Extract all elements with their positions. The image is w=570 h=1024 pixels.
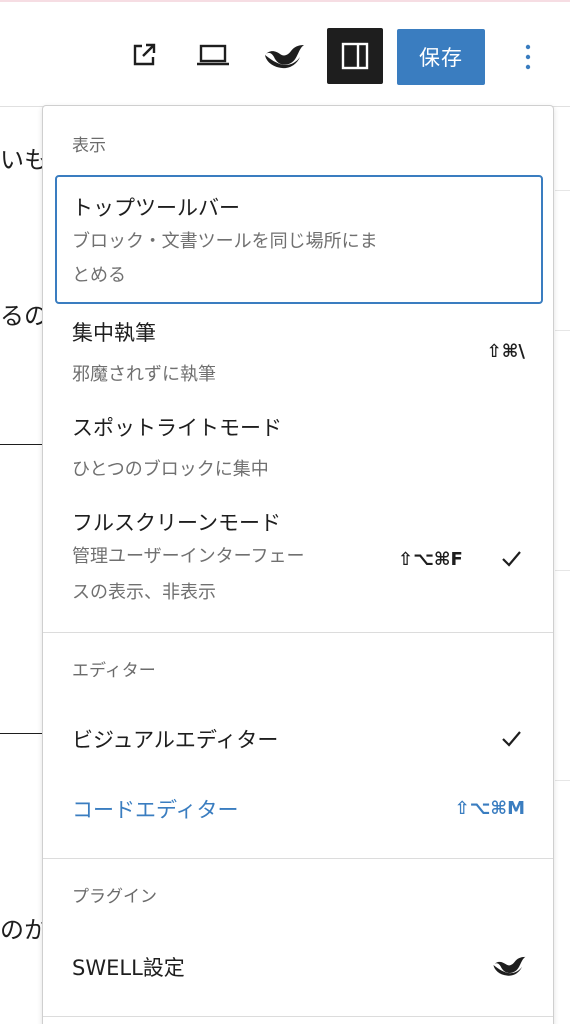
checkmark-icon — [502, 551, 521, 567]
laptop-icon — [197, 44, 229, 66]
separator-block — [0, 444, 42, 445]
menu-group-label-plugins: プラグイン — [72, 887, 157, 907]
menu-item-spotlight-mode[interactable]: スポットライトモード ひとつのブロックに集中 — [43, 406, 553, 490]
menu-item-description: 管理ユーザーインターフェー — [72, 546, 305, 567]
menu-item-description: スの表示、非表示 — [72, 582, 216, 603]
swell-logo-icon — [493, 956, 526, 976]
menu-separator — [43, 1016, 553, 1017]
swell-logo-icon — [265, 45, 304, 69]
divider — [555, 780, 570, 781]
menu-item-distraction-free[interactable]: 集中執筆 邪魔されずに執筆 ⇧⌘\ — [43, 311, 553, 395]
menu-item-title: フルスクリーンモード — [72, 511, 281, 535]
menu-item-title: トップツールバー — [72, 196, 240, 220]
menu-item-description: ひとつのブロックに集中 — [72, 459, 269, 480]
menu-group-label-view: 表示 — [72, 136, 106, 156]
swell-settings-button[interactable] — [260, 30, 308, 80]
menu-item-description: 邪魔されずに執筆 — [72, 364, 216, 385]
menu-separator — [43, 858, 553, 859]
editor-text-fragment[interactable]: のか — [0, 910, 48, 945]
menu-item-title: ビジュアルエディター — [72, 728, 279, 752]
divider — [555, 330, 570, 331]
external-link-icon — [133, 43, 156, 66]
view-post-button[interactable] — [122, 30, 166, 80]
settings-sidebar-toggle[interactable] — [327, 28, 383, 84]
sidebar-toggle-icon — [341, 42, 369, 70]
keyboard-shortcut: ⇧⌘\ — [486, 341, 525, 362]
menu-item-fullscreen-mode[interactable]: フルスクリーンモード 管理ユーザーインターフェー スの表示、非表示 ⇧⌥⌘F — [43, 501, 553, 616]
menu-item-code-editor[interactable]: コードエディター ⇧⌥⌘M — [43, 780, 553, 836]
keyboard-shortcut: ⇧⌥⌘F — [398, 549, 463, 570]
separator-block — [0, 733, 42, 734]
preview-button[interactable] — [190, 30, 236, 80]
menu-item-description: ブロック・文書ツールを同じ場所にま — [72, 231, 378, 252]
divider — [555, 570, 570, 571]
menu-item-title: 集中執筆 — [72, 321, 156, 345]
menu-item-description: とめる — [72, 265, 126, 286]
more-vertical-icon — [525, 44, 531, 70]
menu-separator — [43, 632, 553, 633]
editor-page: いも るの のか 保存 表示 トップツールバー ブロック・文書ツールを同じ場所に… — [0, 0, 570, 1024]
checkmark-icon — [502, 731, 521, 747]
menu-item-title: コードエディター — [72, 798, 239, 822]
editor-text-fragment[interactable]: いも — [0, 140, 48, 175]
menu-item-swell-settings[interactable]: SWELL設定 — [43, 936, 553, 996]
menu-group-label-editor: エディター — [72, 661, 156, 681]
divider — [555, 190, 570, 191]
menu-item-title: スポットライトモード — [72, 416, 282, 440]
menu-item-visual-editor[interactable]: ビジュアルエディター — [43, 710, 553, 766]
menu-item-title: SWELL設定 — [72, 956, 185, 980]
options-dropdown-menu: 表示 トップツールバー ブロック・文書ツールを同じ場所にま とめる 集中執筆 邪… — [42, 105, 554, 1024]
editor-toolbar: 保存 — [0, 2, 570, 107]
options-menu-button[interactable] — [508, 32, 548, 82]
keyboard-shortcut: ⇧⌥⌘M — [454, 798, 525, 819]
save-button[interactable]: 保存 — [397, 29, 485, 85]
editor-text-fragment[interactable]: るの — [0, 296, 48, 331]
